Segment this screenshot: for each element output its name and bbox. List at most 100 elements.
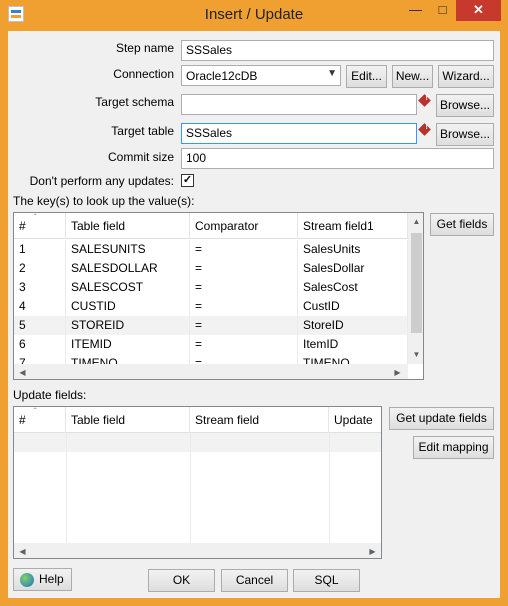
row-number[interactable]: 3: [14, 278, 66, 297]
cancel-label: Cancel: [235, 573, 274, 587]
browse-label: Browse...: [439, 98, 490, 112]
column-header[interactable]: Table field: [66, 213, 190, 239]
row-number[interactable]: 5: [14, 316, 66, 335]
scroll-up-icon[interactable]: ▲: [408, 217, 423, 226]
scroll-right-icon[interactable]: ▶: [389, 368, 406, 377]
connection-select[interactable]: Oracle12cDB ▼: [181, 65, 341, 86]
sort-indicator-icon: ˆ: [34, 213, 37, 222]
new-connection-button[interactable]: New...: [392, 65, 433, 88]
target-schema-input[interactable]: [181, 94, 417, 115]
sort-indicator-icon: ˆ: [34, 407, 37, 416]
edit-connection-button[interactable]: Edit...: [346, 65, 387, 88]
required-field-icon: !: [418, 123, 431, 136]
dont-update-checkbox[interactable]: ✓: [181, 174, 194, 187]
required-field-icon: !: [418, 94, 431, 107]
title-bar[interactable]: Insert / Update — □ ✕: [0, 0, 508, 31]
edit-mapping-label: Edit mapping: [418, 440, 489, 454]
target-table-input[interactable]: SSSales: [181, 123, 417, 144]
table-cell[interactable]: =: [190, 240, 298, 259]
minimize-button[interactable]: —: [402, 0, 429, 21]
sql-button[interactable]: SQL: [293, 569, 360, 592]
column-header[interactable]: #: [14, 407, 66, 433]
get-update-fields-label: Get update fields: [396, 411, 487, 425]
table-cell[interactable]: =: [190, 297, 298, 316]
table-row[interactable]: 2 SALESDOLLAR = SalesDollar: [14, 259, 408, 278]
row-number[interactable]: 4: [14, 297, 66, 316]
update-horizontal-scrollbar[interactable]: ◀ ▶: [14, 543, 381, 558]
get-update-fields-button[interactable]: Get update fields: [389, 407, 494, 430]
ok-button[interactable]: OK: [148, 569, 215, 592]
ok-label: OK: [172, 573, 191, 587]
chevron-down-icon: ▼: [327, 68, 337, 79]
table-cell[interactable]: SalesDollar: [298, 259, 408, 278]
table-cell[interactable]: =: [190, 335, 298, 354]
checkmark-icon: ✓: [182, 174, 193, 186]
update-section-label: Update fields:: [13, 388, 87, 402]
table-cell[interactable]: SALESCOST: [66, 278, 190, 297]
table-cell[interactable]: SalesCost: [298, 278, 408, 297]
dont-update-label: Don't perform any updates:: [29, 174, 174, 188]
browse-schema-button[interactable]: Browse...: [436, 94, 494, 117]
keys-horizontal-scrollbar[interactable]: ◀ ▶: [14, 364, 408, 379]
cancel-button[interactable]: Cancel: [221, 569, 288, 592]
commit-size-input[interactable]: 100: [181, 148, 494, 169]
step-name-label: Step name: [115, 41, 174, 55]
browse-table-button[interactable]: Browse...: [436, 123, 494, 146]
scroll-right-icon[interactable]: ▶: [364, 547, 381, 556]
table-cell[interactable]: SALESUNITS: [66, 240, 190, 259]
maximize-button[interactable]: □: [429, 0, 456, 21]
table-cell[interactable]: STOREID: [66, 316, 190, 335]
table-row[interactable]: 3 SALESCOST = SalesCost: [14, 278, 408, 297]
table-cell[interactable]: StoreID: [298, 316, 408, 335]
table-row[interactable]: 4 CUSTID = CustID: [14, 297, 408, 316]
table-cell[interactable]: SalesUnits: [298, 240, 408, 259]
edit-mapping-button[interactable]: Edit mapping: [413, 436, 494, 459]
connection-value: Oracle12cDB: [186, 69, 258, 83]
help-button[interactable]: Help: [13, 568, 72, 591]
table-cell[interactable]: CUSTID: [66, 297, 190, 316]
table-cell[interactable]: SALESDOLLAR: [66, 259, 190, 278]
table-cell[interactable]: =: [190, 259, 298, 278]
keys-section-label: The key(s) to look up the value(s):: [13, 194, 195, 208]
column-header[interactable]: #: [14, 213, 66, 239]
target-schema-label: Target schema: [95, 95, 174, 109]
table-cell[interactable]: ITEMID: [66, 335, 190, 354]
step-name-input[interactable]: SSSales: [181, 40, 494, 61]
wizard-label: Wizard...: [442, 69, 490, 83]
table-row[interactable]: 6 ITEMID = ItemID: [14, 335, 408, 354]
column-header[interactable]: Stream field: [190, 407, 329, 433]
scroll-down-icon[interactable]: ▼: [408, 350, 423, 359]
wizard-button[interactable]: Wizard...: [438, 65, 494, 88]
table-row[interactable]: [14, 433, 381, 452]
table-cell[interactable]: =: [190, 278, 298, 297]
browse-label: Browse...: [439, 127, 490, 141]
keys-table-header: # Table field Comparator Stream field1: [14, 213, 408, 239]
update-table-header: # Table field Stream field Update: [14, 407, 381, 433]
keys-table[interactable]: # Table field Comparator Stream field1 ˆ…: [13, 212, 424, 380]
keys-vertical-scrollbar[interactable]: ▲ ▼: [408, 213, 423, 364]
row-number[interactable]: 6: [14, 335, 66, 354]
scroll-thumb[interactable]: [411, 233, 422, 333]
connection-label: Connection: [113, 67, 174, 81]
edit-label: Edit...: [351, 69, 382, 83]
table-row[interactable]: 1 SALESUNITS = SalesUnits: [14, 240, 408, 259]
scroll-left-icon[interactable]: ◀: [14, 547, 31, 556]
row-number[interactable]: 2: [14, 259, 66, 278]
commit-size-label: Commit size: [107, 150, 174, 164]
update-table[interactable]: # Table field Stream field Update ˆ ◀ ▶: [13, 406, 382, 559]
get-fields-label: Get fields: [436, 217, 488, 231]
close-button[interactable]: ✕: [456, 0, 501, 21]
row-number[interactable]: 1: [14, 240, 66, 259]
column-header[interactable]: Update: [329, 407, 381, 433]
column-header[interactable]: Comparator: [190, 213, 298, 239]
table-cell[interactable]: =: [190, 316, 298, 335]
table-row[interactable]: 5 STOREID = StoreID: [14, 316, 408, 335]
column-divider: [329, 433, 330, 543]
new-label: New...: [395, 69, 430, 83]
column-header[interactable]: Stream field1: [298, 213, 408, 239]
get-fields-button[interactable]: Get fields: [430, 213, 494, 236]
scroll-left-icon[interactable]: ◀: [14, 368, 31, 377]
table-cell[interactable]: ItemID: [298, 335, 408, 354]
table-cell[interactable]: CustID: [298, 297, 408, 316]
column-header[interactable]: Table field: [66, 407, 190, 433]
